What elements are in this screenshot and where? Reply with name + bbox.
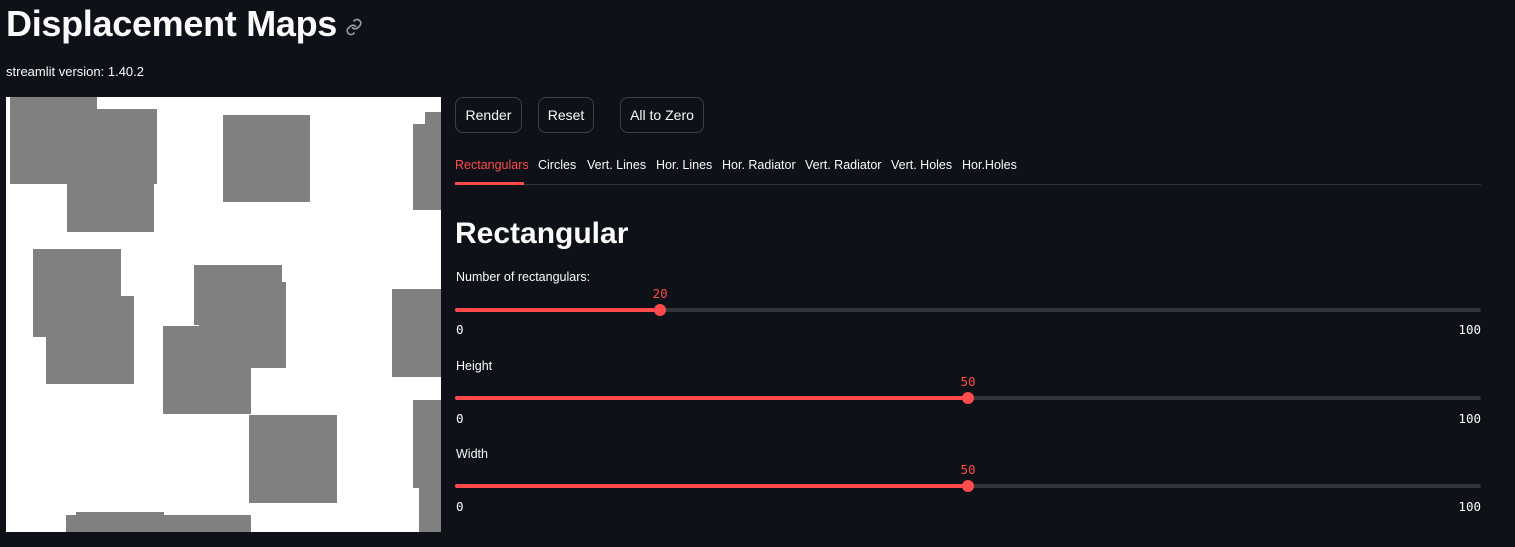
slider-max: 100 <box>1458 322 1481 337</box>
slider-max: 100 <box>1458 499 1481 514</box>
slider-min: 0 <box>456 411 464 426</box>
slider-fill <box>455 484 968 488</box>
tab-hor-holes[interactable]: Hor.Holes <box>962 152 1017 184</box>
slider-fill <box>455 308 661 312</box>
slider-value-width: 50 <box>960 462 976 477</box>
slider-thumb-height[interactable] <box>962 392 974 404</box>
slider-value-number-of-rectangulars: 20 <box>652 286 668 301</box>
active-tab-indicator <box>455 182 524 185</box>
tab-vert-radiator[interactable]: Vert. Radiator <box>805 152 881 184</box>
tab-rectangulars[interactable]: Rectangulars <box>455 152 529 184</box>
page-title: Displacement Maps <box>6 3 338 44</box>
slider-label-number-of-rectangulars: Number of rectangulars: <box>456 270 591 284</box>
tab-hor-radiator[interactable]: Hor. Radiator <box>722 152 796 184</box>
displacement-map-svg <box>10 97 441 532</box>
slider-value-height: 50 <box>960 374 976 389</box>
render-button[interactable]: Render <box>455 97 522 133</box>
tab-vert-holes[interactable]: Vert. Holes <box>891 152 952 184</box>
section-title: Rectangular <box>455 217 629 250</box>
slider-thumb-width[interactable] <box>962 480 974 492</box>
tab-bar: Rectangulars Circles Vert. Lines Hor. Li… <box>455 152 1481 185</box>
slider-fill <box>455 396 968 400</box>
slider-track-height[interactable] <box>455 392 1481 404</box>
slider-min: 0 <box>456 322 464 337</box>
slider-track-number-of-rectangulars[interactable] <box>455 304 1481 316</box>
slider-min: 0 <box>456 499 464 514</box>
slider-track-width[interactable] <box>455 480 1481 492</box>
reset-button[interactable]: Reset <box>538 97 594 133</box>
version-text: streamlit version: 1.40.2 <box>6 64 145 79</box>
tab-hor-lines[interactable]: Hor. Lines <box>656 152 712 184</box>
tab-vert-lines[interactable]: Vert. Lines <box>587 152 646 184</box>
link-icon[interactable] <box>345 18 363 36</box>
displacement-map-image <box>6 97 441 532</box>
slider-label-height: Height <box>456 359 493 373</box>
page-title-row: Displacement Maps <box>6 2 363 46</box>
all-to-zero-button[interactable]: All to Zero <box>620 97 704 133</box>
tab-circles[interactable]: Circles <box>538 152 576 184</box>
slider-max: 100 <box>1458 411 1481 426</box>
slider-label-width: Width <box>456 447 488 461</box>
slider-thumb-number-of-rectangulars[interactable] <box>654 304 667 316</box>
